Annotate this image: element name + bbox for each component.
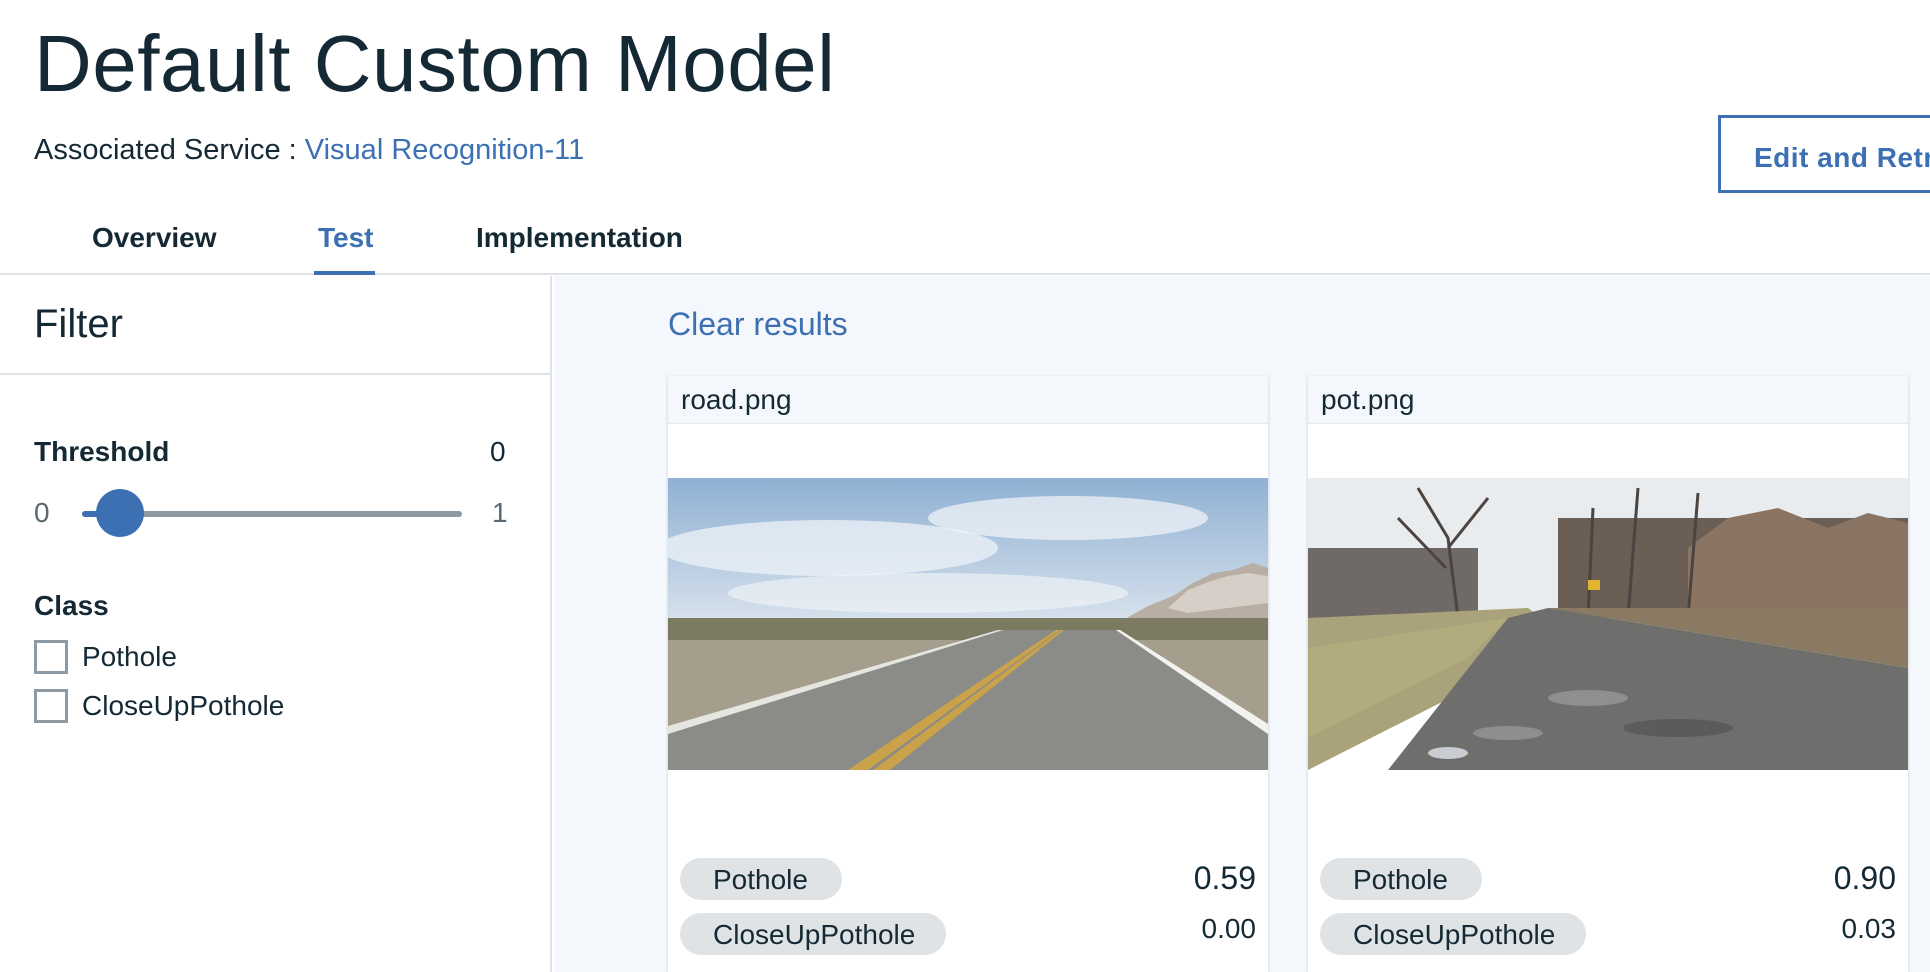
clear-results-link[interactable]: Clear results xyxy=(668,306,848,343)
slider-max-label: 1 xyxy=(492,497,508,528)
class-label: Class xyxy=(34,590,109,621)
closeuppothole-checkbox[interactable] xyxy=(34,689,68,723)
class-score-row: CloseUpPothole 0.00 xyxy=(680,913,1256,955)
tab-bar: Overview Test Implementation xyxy=(0,200,1930,275)
edit-and-retrain-button[interactable]: Edit and Retrain xyxy=(1718,115,1930,193)
pothole-checkbox[interactable] xyxy=(34,640,68,674)
class-score-row: Pothole 0.59 xyxy=(680,858,1256,900)
active-tab-indicator xyxy=(314,271,375,275)
class-option-label: Pothole xyxy=(82,641,177,672)
class-score: 0.03 xyxy=(1841,913,1897,944)
class-score-row: CloseUpPothole 0.03 xyxy=(1320,913,1896,955)
associated-service: Associated Service : Visual Recognition-… xyxy=(34,134,584,167)
slider-min-label: 0 xyxy=(34,497,50,528)
class-option-label: CloseUpPothole xyxy=(82,690,285,721)
class-score: 0.59 xyxy=(1193,860,1256,896)
test-results-panel: Clear results road.png Pothole 0.59 Clos… xyxy=(554,276,1930,972)
tab-test[interactable]: Test xyxy=(318,222,374,254)
threshold-slider-handle[interactable] xyxy=(96,489,144,537)
result-card: road.png Pothole 0.59 CloseUpPothole 0.0… xyxy=(668,376,1268,972)
filter-sidebar: Filter Threshold 0 0 1 Class Pothole Clo… xyxy=(0,276,552,972)
threshold-label: Threshold xyxy=(34,436,170,467)
tab-overview[interactable]: Overview xyxy=(92,222,217,254)
tab-implementation[interactable]: Implementation xyxy=(476,222,683,254)
filter-divider xyxy=(0,373,550,375)
class-tag: CloseUpPothole xyxy=(1320,913,1586,955)
card-filename: pot.png xyxy=(1321,384,1415,415)
filter-title: Filter xyxy=(34,302,123,346)
class-score-row: Pothole 0.90 xyxy=(1320,858,1896,900)
result-card: pot.png Pothole 0.90 CloseUpPothole 0.03 xyxy=(1308,376,1908,972)
class-score: 0.00 xyxy=(1201,913,1257,944)
class-tag: Pothole xyxy=(1320,858,1482,900)
class-option-pothole[interactable]: Pothole xyxy=(34,637,177,677)
associated-service-label: Associated Service : xyxy=(34,134,305,166)
card-header: road.png xyxy=(668,376,1268,424)
card-filename: road.png xyxy=(681,384,792,415)
class-option-closeuppothole[interactable]: CloseUpPothole xyxy=(34,686,284,726)
desert-road-photo xyxy=(668,478,1268,770)
class-score: 0.90 xyxy=(1833,860,1896,896)
class-tag: Pothole xyxy=(680,858,842,900)
threshold-value: 0 xyxy=(490,436,506,467)
card-header: pot.png xyxy=(1308,376,1908,424)
page-title: Default Custom Model xyxy=(34,19,836,108)
associated-service-link[interactable]: Visual Recognition-11 xyxy=(305,134,584,166)
pothole-road-photo xyxy=(1308,478,1908,770)
class-tag: CloseUpPothole xyxy=(680,913,946,955)
